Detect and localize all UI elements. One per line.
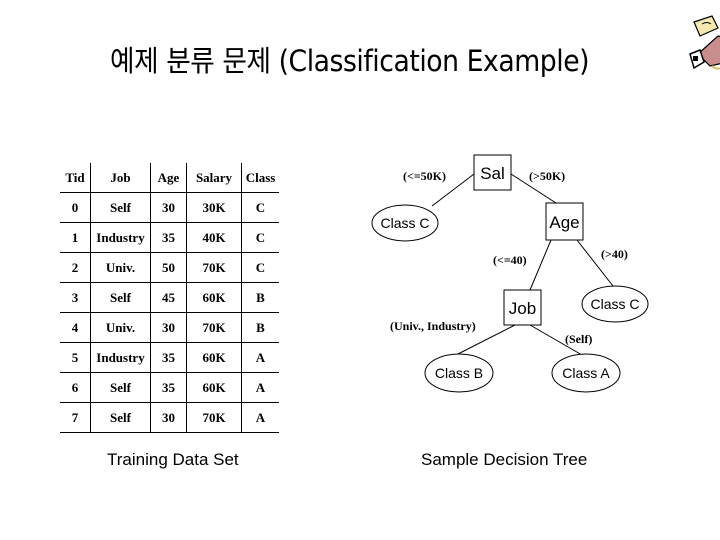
edge-label-job-univ-industry: (Univ., Industry) [390, 319, 476, 333]
tree-leaf-class-a: Class A [551, 353, 621, 393]
node-label-age: Age [549, 213, 579, 232]
edge-label-age-gt-40: (>40) [601, 247, 628, 261]
node-label-sal: Sal [480, 164, 505, 183]
tree-leaf-class-c-right: Class C [581, 285, 649, 323]
tree-leaf-class-c-left: Class C [371, 204, 439, 242]
tree-node-sal: Sal [473, 154, 512, 191]
tree-leaf-class-b: Class B [424, 353, 494, 393]
tree-node-age: Age [545, 202, 584, 241]
decision-tree-diagram: (<=50K) (>50K) (<=40) (>40) (Univ., Indu… [371, 154, 649, 393]
node-label-job: Job [509, 299, 536, 318]
leaf-label-class-a: Class A [562, 365, 610, 381]
tree-node-job: Job [503, 289, 542, 326]
decision-tree-caption: Sample Decision Tree [421, 450, 588, 469]
edge-label-job-self: (Self) [565, 332, 592, 346]
edge-label-sal-gt-50k: (>50K) [529, 169, 565, 183]
leaf-label-class-b: Class B [435, 365, 483, 381]
edge-label-sal-le-50k: (<=50K) [403, 169, 446, 183]
leaf-label-class-c: Class C [590, 296, 639, 312]
edge-age-to-job [529, 239, 552, 291]
edge-label-age-le-40: (<=40) [493, 253, 527, 267]
leaf-label-class-c: Class C [380, 215, 429, 231]
